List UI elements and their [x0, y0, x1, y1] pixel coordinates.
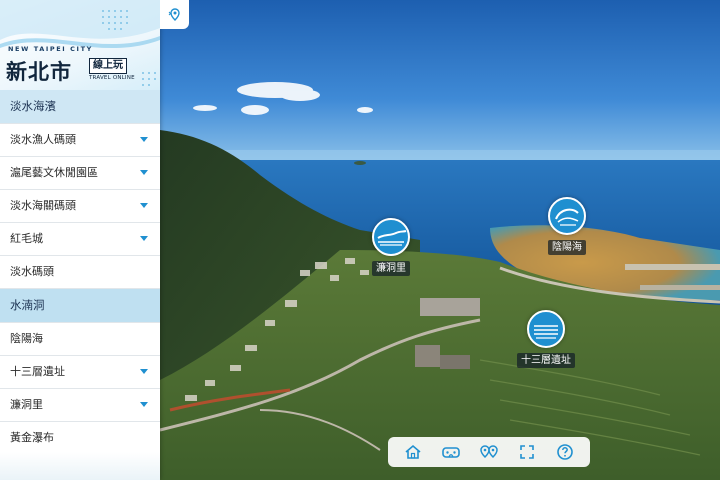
menu-item-label: 淡水碼頭: [10, 265, 54, 278]
menu-item-label: 黃金瀑布: [10, 431, 54, 444]
menu-item-label: 滬尾藝文休閒園區: [10, 166, 98, 179]
brand-header[interactable]: NEW TAIPEI CITY 新北市 線上玩 TRAVEL ONLINE: [0, 0, 160, 90]
hotspot-label: 十三層遺址: [517, 353, 575, 368]
bottom-toolbar: [388, 437, 590, 467]
help-icon: [557, 444, 573, 460]
location-toggle-button[interactable]: [160, 0, 189, 29]
menu-item-label: 水湳洞: [10, 298, 45, 312]
chevron-down-icon[interactable]: [140, 137, 148, 142]
location-menu: 淡水海濱 淡水漁人碼頭 滬尾藝文休閒園區 淡水海關碼頭 紅毛城 淡水碼頭 水湳洞…: [0, 90, 160, 455]
hotspot-yinyang-sea[interactable]: 陰陽海: [527, 197, 607, 255]
menu-item-fort-santo-domingo[interactable]: 紅毛城: [0, 223, 160, 256]
menu-item-label: 陰陽海: [10, 332, 43, 345]
menu-item-fishermans-wharf[interactable]: 淡水漁人碼頭: [0, 124, 160, 157]
brand-tag-zh: 線上玩: [89, 58, 127, 74]
menu-item-golden-waterfall[interactable]: 黃金瀑布: [0, 422, 160, 455]
menu-item-label: 濂洞里: [10, 398, 43, 411]
fullscreen-icon: [520, 445, 534, 459]
hotspot-landscape-icon: [372, 218, 410, 256]
menu-item-tamsui-pier[interactable]: 淡水碼頭: [0, 256, 160, 289]
fullscreen-button[interactable]: [516, 441, 538, 463]
hotspot-label: 陰陽海: [548, 240, 586, 255]
menu-group-tamsui[interactable]: 淡水海濱: [0, 90, 160, 124]
map-pins-icon: [480, 445, 498, 459]
menu-item-label: 十三層遺址: [10, 365, 65, 378]
chevron-down-icon[interactable]: [140, 369, 148, 374]
menu-item-13-levels-ruins[interactable]: 十三層遺址: [0, 356, 160, 389]
home-button[interactable]: [402, 441, 424, 463]
hotspot-ruins-icon: [527, 310, 565, 348]
sidebar-footer: [0, 452, 160, 480]
location-pin-icon: [168, 7, 180, 21]
hotspot-wave-icon: [548, 197, 586, 235]
vr-goggles-icon: [442, 447, 460, 458]
chevron-down-icon[interactable]: [140, 170, 148, 175]
chevron-down-icon[interactable]: [140, 203, 148, 208]
map-pins-button[interactable]: [478, 441, 500, 463]
menu-item-label: 淡水海濱: [10, 99, 56, 113]
chevron-down-icon[interactable]: [140, 402, 148, 407]
hotspot-liandongli[interactable]: 濂洞里: [351, 218, 431, 276]
sidebar: NEW TAIPEI CITY 新北市 線上玩 TRAVEL ONLINE 淡水…: [0, 0, 160, 480]
menu-group-shuinandong[interactable]: 水湳洞: [0, 289, 160, 323]
menu-item-huwei-park[interactable]: 滬尾藝文休閒園區: [0, 157, 160, 190]
dot-pattern-small-icon: [142, 72, 156, 86]
menu-item-label: 紅毛城: [10, 232, 43, 245]
chevron-down-icon[interactable]: [140, 236, 148, 241]
menu-item-label: 淡水海關碼頭: [10, 199, 76, 212]
brand-city-zh: 新北市: [6, 60, 72, 84]
dot-pattern-icon: [102, 10, 128, 30]
menu-item-customs-wharf[interactable]: 淡水海關碼頭: [0, 190, 160, 223]
help-button[interactable]: [554, 441, 576, 463]
vr-mode-button[interactable]: [440, 441, 462, 463]
hotspot-13-levels-ruins[interactable]: 十三層遺址: [506, 310, 586, 368]
menu-item-yinyang-sea[interactable]: 陰陽海: [0, 323, 160, 356]
brand-city-en: NEW TAIPEI CITY: [8, 45, 93, 53]
hotspot-label: 濂洞里: [372, 261, 410, 276]
brand-tag-en: TRAVEL ONLINE: [89, 75, 135, 81]
home-icon: [405, 444, 421, 459]
menu-item-liandongli[interactable]: 濂洞里: [0, 389, 160, 422]
menu-item-label: 淡水漁人碼頭: [10, 133, 76, 146]
